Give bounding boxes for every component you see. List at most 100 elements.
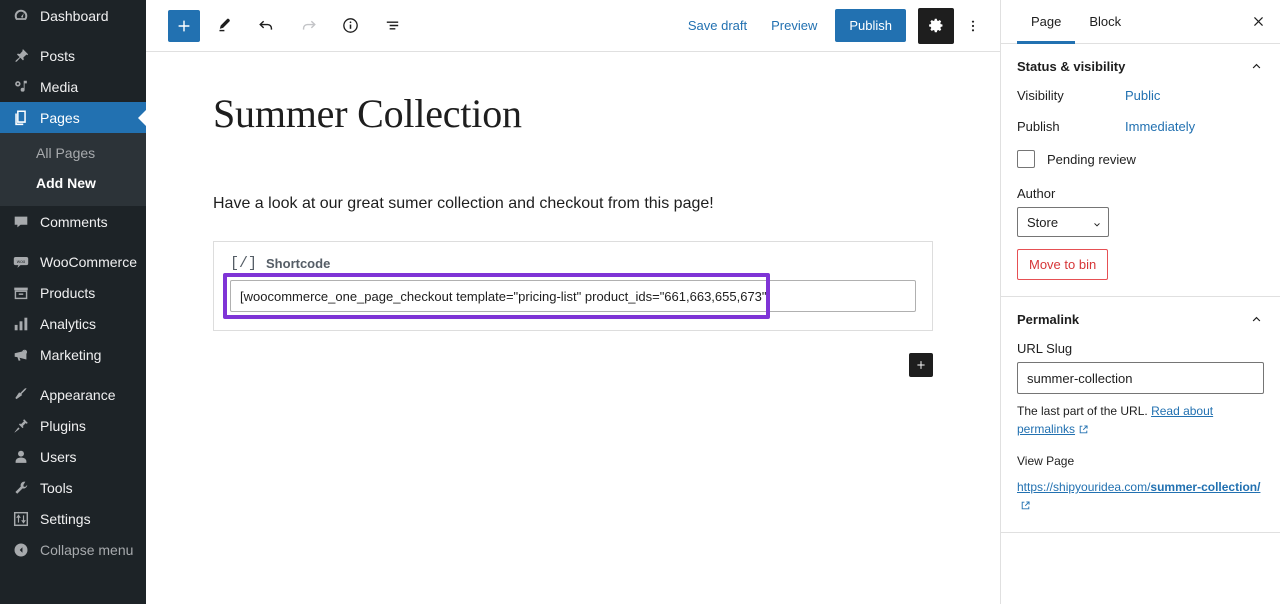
url-slug-input[interactable]	[1017, 362, 1264, 394]
sidebar-item-label: Users	[40, 448, 77, 465]
pending-review-row: Pending review	[1017, 150, 1264, 168]
paragraph-block[interactable]: Have a look at our great sumer collectio…	[213, 192, 933, 216]
shortcode-block[interactable]: [/] Shortcode	[213, 241, 933, 331]
visibility-label: Visibility	[1017, 88, 1064, 103]
sidebar-item-pages[interactable]: Pages	[0, 102, 146, 133]
settings-gear-button[interactable]	[918, 7, 954, 44]
sidebar-item-tools[interactable]: Tools	[0, 472, 146, 503]
edit-pencil-icon	[218, 18, 230, 32]
sidebar-item-label: Comments	[40, 213, 108, 230]
shortcode-block-label: Shortcode	[266, 256, 331, 271]
permalink-section: Permalink URL Slug The last part of the …	[1001, 297, 1280, 533]
permalink-title: Permalink	[1017, 311, 1080, 327]
pages-submenu: All Pages Add New	[0, 133, 146, 207]
collapse-menu-label: Collapse menu	[40, 541, 134, 558]
preview-button[interactable]: Preview	[759, 12, 829, 39]
list-view-button[interactable]	[374, 8, 410, 44]
editor-column: Save draft Preview Publish Summer Collec…	[146, 0, 1000, 604]
redo-button[interactable]	[290, 8, 326, 44]
permalink-header[interactable]: Permalink	[1017, 297, 1264, 341]
editor-canvas: Summer Collection Have a look at our gre…	[146, 52, 1000, 604]
permalink-help-text: The last part of the URL. Read about per…	[1017, 402, 1264, 440]
sidebar-item-label: Products	[40, 284, 96, 301]
sidebar-item-analytics[interactable]: Analytics	[0, 308, 146, 339]
admin-sidebar: Dashboard Posts Media Pages All Pages Ad…	[0, 0, 146, 604]
sidebar-item-marketing[interactable]: Marketing	[0, 339, 146, 370]
append-block-button[interactable]	[909, 353, 933, 377]
shortcode-block-header: [/] Shortcode	[230, 256, 916, 271]
page-url-row: https://shipyouridea.com/summer-collecti…	[1017, 478, 1264, 516]
svg-text:woo: woo	[17, 259, 26, 264]
publish-value-button[interactable]: Immediately	[1125, 119, 1195, 134]
undo-icon	[258, 20, 272, 30]
sidebar-item-label: Pages	[40, 109, 80, 126]
toolbar-left-group	[168, 8, 416, 44]
status-visibility-header[interactable]: Status & visibility	[1017, 44, 1264, 88]
media-icon	[11, 77, 31, 97]
gear-icon	[928, 18, 942, 33]
author-select-wrapper: Store	[1017, 207, 1109, 237]
menu-separator	[0, 370, 146, 379]
status-visibility-section: Status & visibility Visibility Public Pu…	[1001, 44, 1280, 297]
menu-separator	[0, 31, 146, 40]
users-icon	[11, 447, 31, 467]
move-to-bin-button[interactable]: Move to bin	[1017, 249, 1109, 280]
sidebar-item-dashboard[interactable]: Dashboard	[0, 0, 146, 31]
edit-tool-button[interactable]	[206, 8, 242, 44]
chevron-up-icon	[1249, 59, 1264, 74]
save-draft-button[interactable]: Save draft	[676, 12, 759, 39]
sidebar-item-plugins[interactable]: Plugins	[0, 410, 146, 441]
products-icon	[11, 283, 31, 303]
url-slug-label: URL Slug	[1017, 341, 1073, 356]
sidebar-item-media[interactable]: Media	[0, 71, 146, 102]
sidebar-item-label: Appearance	[40, 386, 116, 403]
info-icon	[342, 18, 358, 33]
sidebar-item-products[interactable]: Products	[0, 277, 146, 308]
close-icon	[1253, 17, 1263, 26]
analytics-icon	[11, 314, 31, 334]
page-title[interactable]: Summer Collection	[213, 90, 933, 138]
dashboard-icon	[11, 6, 31, 26]
status-visibility-body: Visibility Public Publish Immediately Pe…	[1017, 88, 1264, 296]
page-url-link[interactable]: https://shipyouridea.com/summer-collecti…	[1017, 480, 1260, 494]
pages-icon	[11, 108, 31, 128]
shortcode-input[interactable]	[230, 280, 916, 312]
sidebar-item-appearance[interactable]: Appearance	[0, 379, 146, 410]
view-page-label: View Page	[1017, 454, 1075, 468]
sidebar-item-label: Posts	[40, 47, 76, 64]
pending-review-label: Pending review	[1047, 151, 1136, 167]
author-label: Author	[1017, 186, 1056, 201]
undo-button[interactable]	[248, 8, 284, 44]
visibility-value-button[interactable]: Public	[1125, 88, 1160, 103]
submenu-item-add-new[interactable]: Add New	[0, 169, 146, 199]
sidebar-item-settings[interactable]: Settings	[0, 503, 146, 534]
toolbar-right-group: Save draft Preview Publish	[676, 7, 988, 44]
sidebar-item-posts[interactable]: Posts	[0, 40, 146, 71]
submenu-item-all-pages[interactable]: All Pages	[0, 139, 146, 169]
permalink-body: URL Slug The last part of the URL. Read …	[1017, 341, 1264, 532]
canvas-inner: Summer Collection Have a look at our gre…	[146, 52, 1000, 377]
tab-block[interactable]: Block	[1075, 0, 1135, 43]
menu-separator	[0, 237, 146, 246]
sidebar-item-users[interactable]: Users	[0, 441, 146, 472]
comments-icon	[11, 212, 31, 232]
status-visibility-title: Status & visibility	[1017, 58, 1126, 74]
author-select[interactable]: Store	[1017, 207, 1109, 237]
close-sidebar-button[interactable]	[1236, 0, 1280, 43]
add-block-button[interactable]	[168, 9, 200, 42]
more-options-button[interactable]	[958, 8, 988, 44]
sidebar-item-label: Dashboard	[40, 7, 109, 24]
sidebar-item-comments[interactable]: Comments	[0, 206, 146, 237]
woocommerce-icon: woo	[11, 252, 31, 272]
pending-review-checkbox[interactable]	[1017, 150, 1035, 168]
sidebar-item-collapse-menu[interactable]: Collapse menu	[0, 534, 146, 565]
settings-tabs: Page Block	[1001, 0, 1280, 44]
sidebar-item-label: WooCommerce	[40, 253, 137, 270]
tab-page[interactable]: Page	[1017, 0, 1076, 44]
page-url-base: https://shipyouridea.com/	[1017, 480, 1151, 494]
sidebar-item-woocommerce[interactable]: woo WooCommerce	[0, 246, 146, 277]
sidebar-item-label: Marketing	[40, 346, 102, 363]
details-info-button[interactable]	[332, 8, 368, 44]
publish-button[interactable]: Publish	[835, 9, 906, 42]
sidebar-item-label: Analytics	[40, 315, 97, 332]
